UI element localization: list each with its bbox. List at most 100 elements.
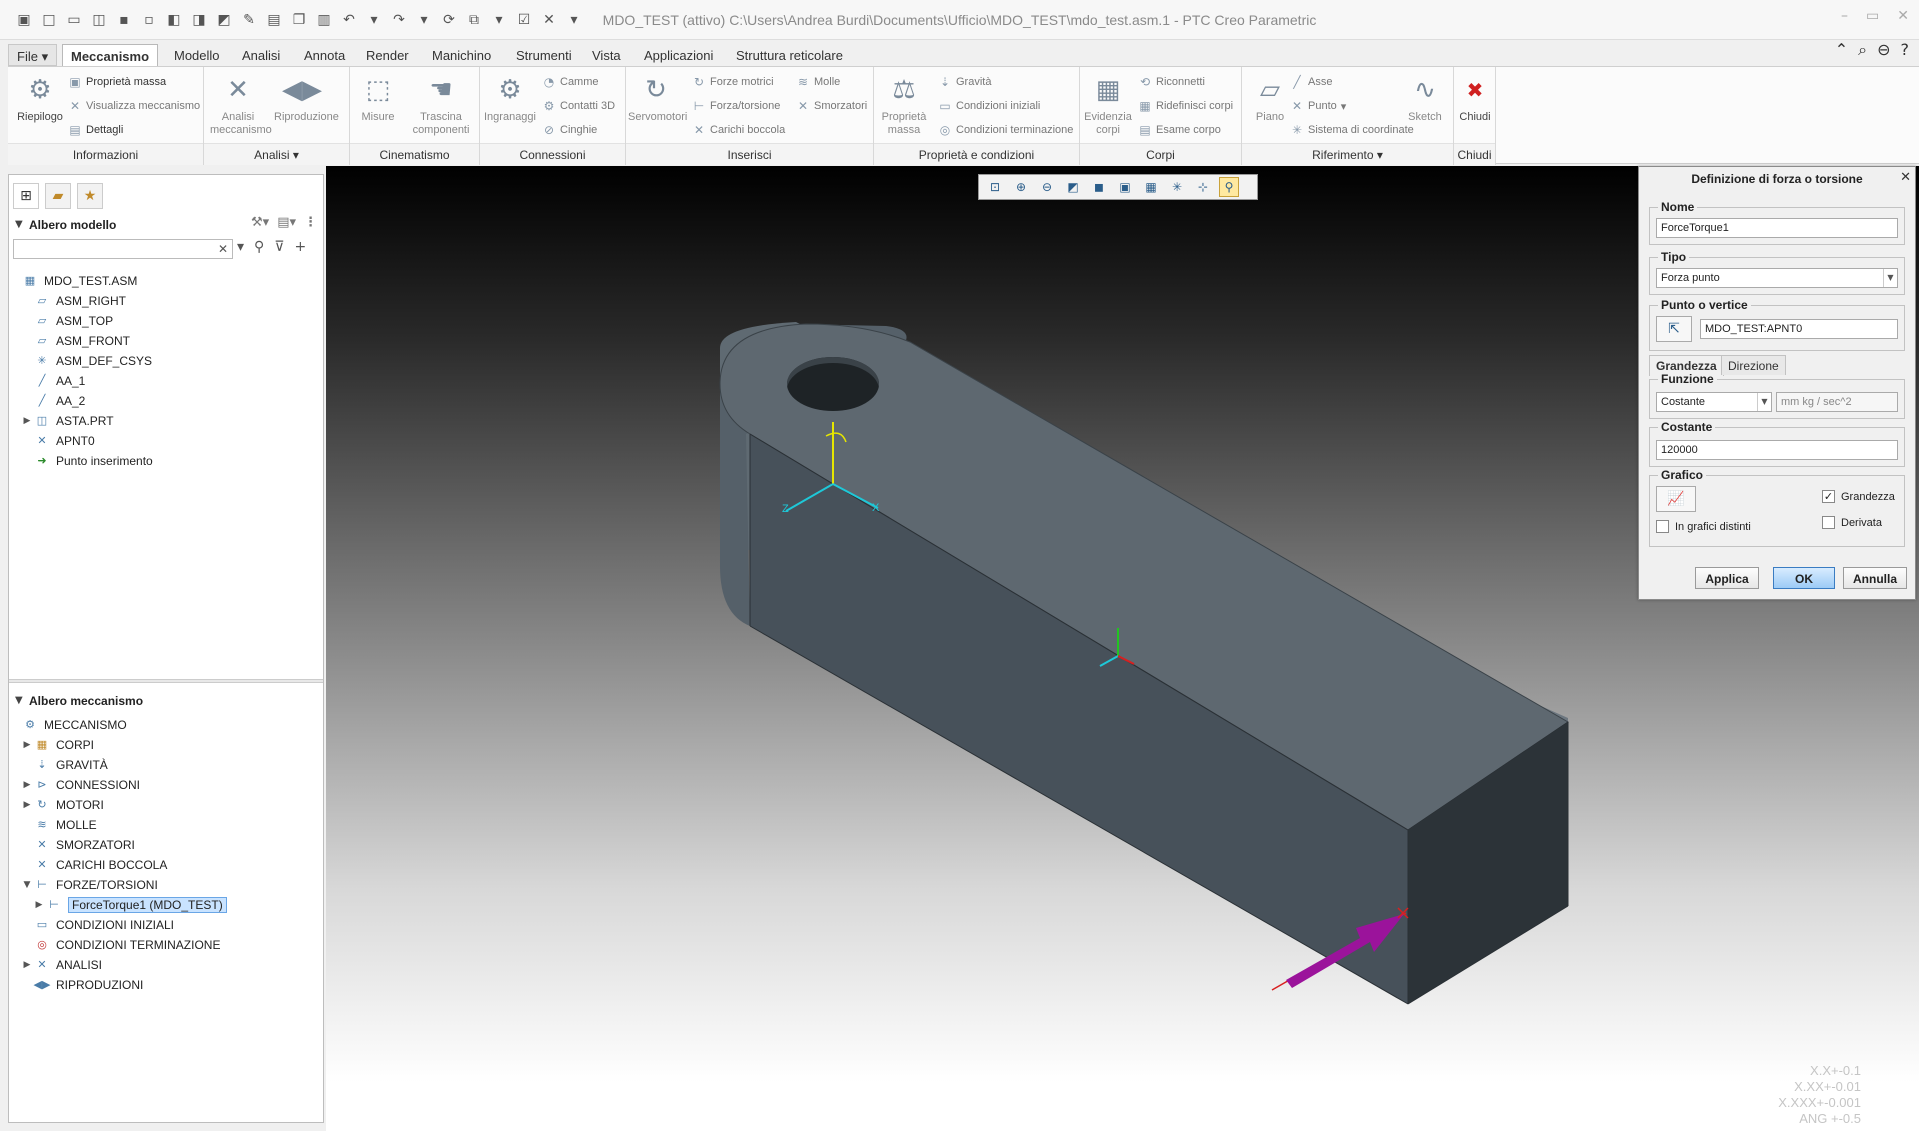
costante-input[interactable]: 120000 bbox=[1656, 440, 1898, 460]
ridefinisci-corpi-button[interactable]: ▦ Ridefinisci corpi bbox=[1138, 97, 1233, 115]
mechanism-display-icon[interactable]: ⚲ bbox=[1219, 177, 1239, 197]
ok-button[interactable]: OK bbox=[1773, 567, 1835, 589]
cinghie-button[interactable]: ⊘ Cinghie bbox=[542, 121, 597, 139]
zoom-out-icon[interactable]: ⊖ bbox=[1037, 177, 1057, 197]
tab-manichino[interactable]: Manichino bbox=[424, 44, 499, 66]
help-icon[interactable]: ? bbox=[1901, 40, 1910, 60]
riepilogo-button[interactable]: ⚙ Riepilogo bbox=[12, 73, 68, 124]
saved-orientations-icon[interactable]: ▣ bbox=[1115, 177, 1135, 197]
tab-annota[interactable]: Annota bbox=[296, 44, 353, 66]
zoom-in-icon[interactable]: ⊕ bbox=[1011, 177, 1031, 197]
collapse-icon[interactable]: ▼ bbox=[21, 880, 33, 890]
carichi-boccola-button[interactable]: ✕ Carichi boccola bbox=[692, 121, 785, 139]
tree-filter-icon[interactable]: ⋮ bbox=[304, 215, 317, 230]
tree-item[interactable]: ▼ ⊢ FORZE/TORSIONI bbox=[9, 875, 323, 895]
expand-icon[interactable]: ▶ bbox=[21, 960, 33, 970]
condizioni-iniziali-button[interactable]: ▭ Condizioni iniziali bbox=[938, 97, 1040, 115]
tab-applicazioni[interactable]: Applicazioni bbox=[636, 44, 721, 66]
add-icon[interactable]: + bbox=[295, 239, 307, 255]
tab-strumenti[interactable]: Strumenti bbox=[508, 44, 580, 66]
minimize-icon[interactable]: – bbox=[1841, 8, 1848, 24]
asse-button[interactable]: ╱ Asse bbox=[1290, 73, 1332, 91]
tab-vista[interactable]: Vista bbox=[584, 44, 629, 66]
tree-item[interactable]: ◎ CONDIZIONI TERMINAZIONE bbox=[9, 935, 323, 955]
tree-item-selected[interactable]: ▶ ⊢ ForceTorque1 (MDO_TEST) bbox=[9, 895, 323, 915]
proprieta-massa-button[interactable]: ▣ Proprietà massa bbox=[68, 73, 166, 91]
tree-item[interactable]: ▱ ASM_FRONT bbox=[9, 331, 323, 351]
expand-icon[interactable]: ▶ bbox=[21, 780, 33, 790]
group-label[interactable]: Analisi ▾ bbox=[204, 143, 349, 165]
minimize-ribbon-icon[interactable]: ⌃ bbox=[1835, 40, 1848, 60]
tab-analisi[interactable]: Analisi bbox=[234, 44, 288, 66]
expand-icon[interactable]: ▶ bbox=[21, 800, 33, 810]
tab-file[interactable]: File ▾ bbox=[8, 44, 58, 66]
mech-tree-header[interactable]: ▼ Albero meccanismo bbox=[9, 691, 323, 711]
tree-item[interactable]: ✕ CARICHI BOCCOLA bbox=[9, 855, 323, 875]
tab-render[interactable]: Render bbox=[358, 44, 417, 66]
misure-button[interactable]: ⬚ Misure bbox=[350, 73, 406, 124]
spin-center-icon[interactable]: ⊹ bbox=[1193, 177, 1213, 197]
group-label[interactable]: Riferimento ▾ bbox=[1242, 143, 1453, 165]
tab-folder-browser[interactable]: ▰ bbox=[45, 183, 71, 209]
collapse-icon[interactable]: ▼ bbox=[15, 695, 23, 706]
search-icon[interactable]: ⌕ bbox=[1858, 40, 1867, 60]
smorzatori-button[interactable]: ✕ Smorzatori bbox=[796, 97, 867, 115]
tree-item[interactable]: ▦ MDO_TEST.ASM bbox=[9, 271, 323, 291]
molle-button[interactable]: ≋ Molle bbox=[796, 73, 840, 91]
tree-item[interactable]: ✕ APNT0 bbox=[9, 431, 323, 451]
gravita-button[interactable]: ⇣ Gravità bbox=[938, 73, 992, 91]
collapse-icon[interactable]: ▼ bbox=[15, 219, 23, 230]
tree-item[interactable]: ╱ AA_2 bbox=[9, 391, 323, 411]
expand-icon[interactable]: ▶ bbox=[33, 900, 45, 910]
tree-item[interactable]: ▶ ⊳ CONNESSIONI bbox=[9, 775, 323, 795]
evidenzia-corpi-button[interactable]: ▦ Evidenzia corpi bbox=[1080, 73, 1136, 137]
riproduzione-button[interactable]: ◀▶ Riproduzione bbox=[274, 73, 339, 124]
applica-button[interactable]: Applica bbox=[1695, 567, 1759, 589]
contatti-3d-button[interactable]: ⚙ Contatti 3D bbox=[542, 97, 615, 115]
dettagli-button[interactable]: ▤ Dettagli bbox=[68, 121, 123, 139]
visualizza-meccanismo-button[interactable]: ✕ Visualizza meccanismo bbox=[68, 97, 200, 115]
clear-icon[interactable]: ✕ bbox=[218, 242, 228, 256]
analisi-meccanismo-button[interactable]: ✕ Analisi meccanismo bbox=[210, 73, 272, 137]
tree-item[interactable]: ✕ SMORZATORI bbox=[9, 835, 323, 855]
tab-modello[interactable]: Modello bbox=[166, 44, 228, 66]
tree-item[interactable]: ╱ AA_1 bbox=[9, 371, 323, 391]
tree-item[interactable]: ▭ CONDIZIONI INIZIALI bbox=[9, 915, 323, 935]
refit-icon[interactable]: ⊡ bbox=[985, 177, 1005, 197]
tree-item[interactable]: ◀▶ RIPRODUZIONI bbox=[9, 975, 323, 995]
tipo-select[interactable]: Forza punto ▼ bbox=[1656, 268, 1898, 288]
condizioni-terminazione-button[interactable]: ◎ Condizioni terminazione bbox=[938, 121, 1074, 139]
esame-corpo-button[interactable]: ▤ Esame corpo bbox=[1138, 121, 1220, 139]
annulla-button[interactable]: Annulla bbox=[1843, 567, 1907, 589]
tree-item[interactable]: ⚙ MECCANISMO bbox=[9, 715, 323, 735]
punto-input[interactable]: MDO_TEST:APNT0 bbox=[1700, 319, 1898, 339]
repaint-icon[interactable]: ◩ bbox=[1063, 177, 1083, 197]
search-input[interactable]: ✕ bbox=[13, 239, 233, 259]
expand-icon[interactable]: ▶ bbox=[21, 416, 33, 426]
tree-item[interactable]: ⇣ GRAVITÀ bbox=[9, 755, 323, 775]
maximize-icon[interactable]: ▭ bbox=[1866, 8, 1879, 24]
filter-icon[interactable]: ⊽ bbox=[274, 239, 284, 255]
camme-button[interactable]: ◔ Camme bbox=[542, 73, 599, 91]
servomotori-button[interactable]: ↻ Servomotori bbox=[628, 73, 687, 124]
search-dropdown-icon[interactable]: ▾ bbox=[237, 239, 244, 255]
tree-item[interactable]: ≋ MOLLE bbox=[9, 815, 323, 835]
derivata-checkbox[interactable]: Derivata bbox=[1822, 516, 1882, 529]
tab-direzione[interactable]: Direzione bbox=[1721, 355, 1786, 375]
punto-button[interactable]: ✕ Punto ▾ bbox=[1290, 97, 1346, 115]
sistema-coordinate-button[interactable]: ✳ Sistema di coordinate bbox=[1290, 121, 1414, 139]
grandezza-checkbox[interactable]: ✓ Grandezza bbox=[1822, 490, 1895, 503]
tab-meccanismo[interactable]: Meccanismo bbox=[62, 44, 159, 68]
tree-item[interactable]: ▱ ASM_TOP bbox=[9, 311, 323, 331]
close-icon[interactable]: ✕ bbox=[1897, 8, 1909, 24]
tree-item[interactable]: ▶ ▦ CORPI bbox=[9, 735, 323, 755]
sketch-button[interactable]: ∿ Sketch bbox=[1402, 73, 1448, 124]
view-manager-icon[interactable]: ▦ bbox=[1141, 177, 1161, 197]
riconnetti-button[interactable]: ⟲ Riconnetti bbox=[1138, 73, 1205, 91]
select-point-button[interactable]: ⇱ bbox=[1656, 316, 1692, 342]
tree-item[interactable]: ▱ ASM_RIGHT bbox=[9, 291, 323, 311]
nome-input[interactable]: ForceTorque1 bbox=[1656, 218, 1898, 238]
model-tree-header[interactable]: ▼ Albero modello ⚒▾ ▤▾ ⋮ bbox=[9, 215, 323, 235]
datum-display-icon[interactable]: ✳ bbox=[1167, 177, 1187, 197]
close-icon[interactable]: ✕ bbox=[1900, 170, 1911, 185]
